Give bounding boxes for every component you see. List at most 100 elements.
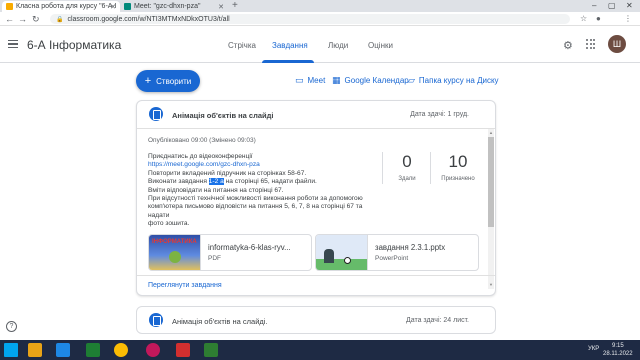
address-bar-row: ← → ↻ 🔒 classroom.google.com/w/NTI3MTMxN… — [0, 12, 640, 26]
assignment-icon — [149, 313, 163, 327]
drive-folder-link[interactable]: ▱ Папка курсу на Диску — [408, 75, 499, 86]
assignment-card-collapsed[interactable]: Анімація об'єктів на слайді. Дата здачі:… — [136, 306, 496, 334]
profile-icon[interactable]: ● — [596, 13, 601, 25]
forward-icon[interactable]: → — [18, 13, 27, 25]
minimize-icon[interactable]: – — [592, 0, 596, 12]
turned-in-label: Здали — [398, 176, 416, 182]
close-tab-icon[interactable]: ✕ — [110, 3, 116, 11]
extensions-icon[interactable]: ☆ — [580, 13, 587, 25]
desc-text: Виконати завдання — [148, 178, 207, 186]
folder-label: Папка курсу на Диску — [418, 76, 499, 85]
desc-line: Вміти відповідати на питання на сторінці… — [148, 186, 284, 194]
create-button[interactable]: + Створити — [136, 70, 200, 92]
windows-taskbar: УКР 9:15 28.11.2022 — [0, 340, 640, 360]
assignment-icon — [149, 107, 163, 121]
scroll-up-icon[interactable]: ▲ — [488, 130, 494, 135]
classroom-header: 6-А Інформатика Стрічка Завдання Люди Оц… — [0, 27, 640, 63]
browser-tab-meet[interactable]: Meet: "gzc-dhxn-pza" ✕ — [120, 1, 228, 12]
tab-grades[interactable]: Оцінки — [368, 41, 393, 50]
reload-icon[interactable]: ↻ — [32, 13, 40, 25]
classroom-favicon-icon — [6, 3, 13, 10]
selected-text: 1-2 а — [208, 178, 224, 186]
card-scrollbar[interactable]: ▲ ▼ — [488, 129, 494, 289]
drive-folder-icon: ▱ — [408, 75, 415, 85]
tab-stream[interactable]: Стрічка — [228, 41, 256, 50]
due-date: Дата здачі: 1 груд. — [410, 111, 469, 118]
close-tab-icon[interactable]: ✕ — [218, 3, 224, 11]
divider — [430, 152, 431, 184]
language-indicator[interactable]: УКР — [588, 346, 599, 352]
video-camera-icon: ▭ — [295, 75, 304, 85]
desc-line: Приєднатись до відеоконференції — [148, 153, 253, 160]
chrome-icon[interactable] — [114, 343, 128, 357]
start-windows-icon[interactable] — [4, 343, 18, 357]
meet-label: Meet — [307, 76, 326, 85]
back-icon[interactable]: ← — [5, 13, 14, 25]
scroll-thumb[interactable] — [488, 137, 494, 227]
browser-tab-classroom[interactable]: Класна робота для курсу "6-А І ✕ — [2, 1, 120, 12]
new-tab-icon[interactable]: + — [232, 0, 238, 12]
main-menu-icon[interactable] — [8, 40, 18, 49]
assignment-footer: Переглянути завдання — [137, 275, 495, 295]
tab-classwork[interactable]: Завдання — [272, 41, 308, 50]
assigned-count[interactable]: 10 — [438, 152, 478, 172]
class-title[interactable]: 6-А Інформатика — [27, 38, 121, 52]
tab-title: Meet: "gzc-dhxn-pza" — [134, 3, 201, 10]
soccer-ball-icon — [344, 257, 351, 264]
divider — [382, 152, 383, 184]
tab-title: Класна робота для курсу "6-А І — [16, 3, 117, 10]
excel-icon[interactable] — [86, 343, 100, 357]
meet-link[interactable]: ▭ Meet — [295, 75, 325, 86]
assignment-title[interactable]: Анімація об'єктів на слайді — [172, 111, 274, 120]
calendar-label: Google Календар — [344, 76, 409, 85]
pptx-thumbnail — [316, 235, 368, 270]
meet-url-link[interactable]: https://meet.google.com/gzc-dhxn-pza — [148, 161, 378, 169]
desc-line: Виконати завдання 1-2 а на сторінці 65, … — [148, 178, 378, 186]
desc-line: комп'ютера письмово відповісти на питанн… — [148, 203, 363, 219]
close-window-icon[interactable]: ✕ — [626, 0, 633, 12]
calendar-link[interactable]: ▦ Google Календар — [332, 75, 409, 86]
gear-icon[interactable]: ⚙ — [563, 39, 573, 52]
ie-icon[interactable] — [56, 343, 70, 357]
tab-people[interactable]: Люди — [328, 41, 348, 50]
active-tab-indicator — [262, 60, 314, 63]
lock-icon: 🔒 — [56, 16, 64, 23]
app-icon[interactable] — [146, 343, 160, 357]
thumb-figure — [169, 251, 181, 263]
help-icon[interactable]: ? — [6, 321, 17, 332]
assignment-stats: 0 Здали 10 Призначено — [382, 149, 487, 187]
desc-line: Повторити вкладений підручник на сторінк… — [148, 169, 307, 177]
clock-date[interactable]: 28.11.2022 — [603, 351, 633, 357]
assigned-label: Призначено — [441, 176, 475, 182]
desc-line: фото зошита. — [148, 220, 190, 228]
assignment-card: Анімація об'єктів на слайді Дата здачі: … — [136, 100, 496, 296]
attachment-name: завдання 2.3.1.pptx — [375, 243, 446, 252]
file-explorer-icon[interactable] — [28, 343, 42, 357]
thumb-player — [324, 249, 334, 263]
desc-text: на сторінці 65, надати файли. — [223, 178, 317, 186]
maximize-icon[interactable]: ▢ — [608, 0, 616, 12]
attachment-pptx[interactable]: завдання 2.3.1.pptx PowerPoint — [315, 234, 479, 271]
assignment-header[interactable]: Анімація об'єктів на слайді Дата здачі: … — [137, 101, 495, 129]
plus-icon: + — [144, 74, 152, 87]
clock-time[interactable]: 9:15 — [612, 343, 624, 349]
attachment-type: PowerPoint — [375, 255, 409, 262]
attachment-pdf[interactable]: ІНФОРМАТИКА informatyka-6-klas-ryv... PD… — [148, 234, 312, 271]
thumb-title: ІНФОРМАТИКА — [152, 239, 197, 245]
pdf-reader-icon[interactable] — [176, 343, 190, 357]
browser-menu-icon[interactable]: ⋮ — [624, 13, 632, 25]
apps-grid-icon[interactable] — [586, 39, 596, 49]
assignment-title[interactable]: Анімація об'єктів на слайді. — [172, 317, 268, 326]
assignment-description: Приєднатись до відеоконференції https://… — [148, 153, 378, 229]
meet-favicon-icon — [124, 3, 131, 10]
pdf-thumbnail: ІНФОРМАТИКА — [149, 235, 201, 270]
turned-in-count[interactable]: 0 — [387, 152, 427, 172]
attachment-name: informatyka-6-klas-ryv... — [208, 243, 291, 252]
url-field[interactable]: 🔒 classroom.google.com/w/NTI3MTMxNDkxOTU… — [50, 14, 570, 24]
view-assignment-link[interactable]: Переглянути завдання — [148, 282, 222, 289]
attachment-type: PDF — [208, 255, 221, 262]
browser-tab-bar: Класна робота для курсу "6-А І ✕ Meet: "… — [0, 0, 640, 12]
meet-app-icon[interactable] — [204, 343, 218, 357]
avatar[interactable]: Ш — [608, 35, 626, 53]
url-text: classroom.google.com/w/NTI3MTMxNDkxOTU3/… — [67, 15, 230, 23]
